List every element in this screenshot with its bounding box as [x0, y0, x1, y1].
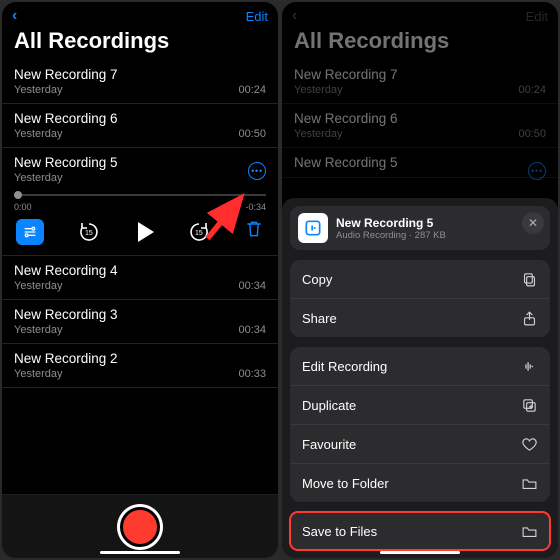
recording-sub: Yesterday [14, 324, 63, 336]
action-save-to-files[interactable]: Save to Files [290, 512, 550, 550]
skip-forward-button[interactable]: 15 [187, 220, 211, 244]
record-bar [2, 494, 278, 558]
duplicate-icon [520, 396, 538, 414]
scrubber[interactable] [14, 190, 266, 200]
recording-sub: Yesterday [294, 128, 343, 140]
recording-duration: 00:33 [238, 368, 266, 380]
action-share[interactable]: Share [290, 299, 550, 337]
action-duplicate[interactable]: Duplicate [290, 386, 550, 425]
recording-duration: 00:34 [238, 280, 266, 292]
recording-name: New Recording 5 [14, 155, 266, 170]
recording-name: New Recording 5 [294, 155, 546, 170]
recording-name: New Recording 3 [14, 307, 266, 322]
folder-icon [520, 522, 538, 540]
recording-row[interactable]: New Recording 3 Yesterday 00:34 [2, 300, 278, 344]
time-start: 0:00 [14, 202, 32, 212]
recording-duration: 00:50 [238, 128, 266, 140]
recording-duration: 00:24 [238, 84, 266, 96]
phone-left: ‹ Edit All Recordings New Recording 7 Ye… [2, 2, 278, 558]
action-label: Save to Files [302, 524, 377, 539]
recording-name: New Recording 2 [14, 351, 266, 366]
action-label: Move to Folder [302, 476, 389, 491]
recording-duration: 00:24 [518, 84, 546, 96]
action-label: Duplicate [302, 398, 356, 413]
share-icon [520, 309, 538, 327]
recording-row[interactable]: New Recording 2 Yesterday 00:33 [2, 344, 278, 388]
recording-row: New Recording 5 ••• [282, 148, 558, 178]
recording-row: New Recording 6 Yesterday 00:50 [282, 104, 558, 148]
recording-sub: Yesterday [294, 84, 343, 96]
action-label: Share [302, 311, 337, 326]
recording-sub: Yesterday [14, 128, 63, 140]
nav-bar: ‹ Edit [2, 2, 278, 26]
more-options-button: ••• [528, 162, 546, 180]
recording-duration: 00:34 [238, 324, 266, 336]
recording-row-expanded[interactable]: New Recording 5 Yesterday ••• 0:00 -0:34… [2, 148, 278, 256]
phone-right: ‹ Edit All Recordings New Recording 7 Ye… [282, 2, 558, 558]
action-label: Favourite [302, 437, 356, 452]
play-button[interactable] [134, 222, 154, 242]
share-sheet: New Recording 5 Audio Recording · 287 KB… [282, 198, 558, 558]
audio-thumbnail-icon [298, 213, 328, 243]
recording-name: New Recording 7 [14, 67, 266, 82]
nav-bar: ‹ Edit [282, 2, 558, 26]
recording-row[interactable]: New Recording 4 Yesterday 00:34 [2, 256, 278, 300]
recording-row[interactable]: New Recording 6 Yesterday 00:50 [2, 104, 278, 148]
action-move-to-folder[interactable]: Move to Folder [290, 464, 550, 502]
folder-icon [520, 474, 538, 492]
close-button[interactable]: ✕ [522, 212, 544, 234]
recording-name: New Recording 6 [14, 111, 266, 126]
home-indicator [100, 551, 180, 554]
action-label: Copy [302, 272, 332, 287]
action-edit-recording[interactable]: Edit Recording [290, 347, 550, 386]
skip-back-button[interactable]: 15 [77, 220, 101, 244]
recording-sub: Yesterday [14, 84, 63, 96]
edit-button[interactable]: Edit [246, 9, 268, 24]
sheet-title: New Recording 5 [336, 216, 446, 230]
copy-icon [520, 270, 538, 288]
action-group: Copy Share [290, 260, 550, 337]
action-label: Edit Recording [302, 359, 387, 374]
heart-icon [520, 435, 538, 453]
delete-button[interactable] [244, 218, 264, 245]
more-options-button[interactable]: ••• [248, 162, 266, 180]
recording-sub: Yesterday [14, 280, 63, 292]
recording-sub: Yesterday [14, 368, 63, 380]
back-button[interactable]: ‹ [12, 7, 17, 25]
edit-button: Edit [526, 9, 548, 24]
waveform-icon [520, 357, 538, 375]
home-indicator [380, 551, 460, 554]
recording-sub: Yesterday [14, 172, 63, 184]
recording-duration: 00:50 [518, 128, 546, 140]
action-favourite[interactable]: Favourite [290, 425, 550, 464]
svg-text:15: 15 [195, 230, 203, 237]
sheet-header: New Recording 5 Audio Recording · 287 KB… [290, 206, 550, 250]
recording-name: New Recording 4 [14, 263, 266, 278]
action-copy[interactable]: Copy [290, 260, 550, 299]
sheet-subtitle: Audio Recording · 287 KB [336, 230, 446, 241]
recording-name: New Recording 6 [294, 111, 546, 126]
record-button[interactable] [120, 507, 160, 547]
page-title: All Recordings [282, 26, 558, 60]
recording-row[interactable]: New Recording 7 Yesterday 00:24 [2, 60, 278, 104]
action-group: Edit Recording Duplicate Favourite Move … [290, 347, 550, 502]
svg-text:15: 15 [85, 230, 93, 237]
page-title: All Recordings [2, 26, 278, 60]
back-button: ‹ [292, 7, 297, 25]
recording-name: New Recording 7 [294, 67, 546, 82]
recording-row: New Recording 7 Yesterday 00:24 [282, 60, 558, 104]
options-toggle-button[interactable] [16, 219, 44, 245]
time-remaining: -0:34 [245, 202, 266, 212]
action-group-highlighted: Save to Files [290, 512, 550, 550]
